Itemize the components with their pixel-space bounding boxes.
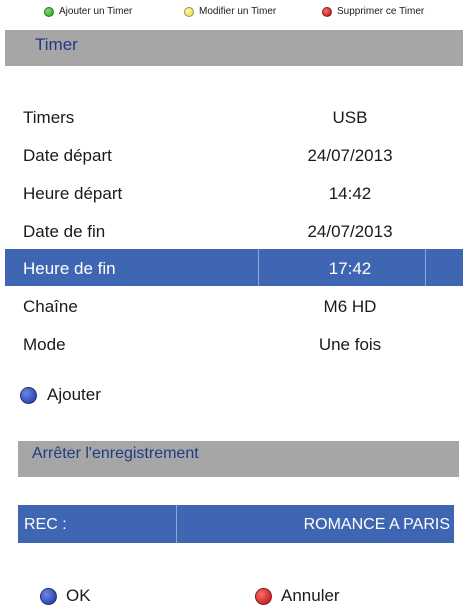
row-value[interactable]: Une fois xyxy=(260,335,440,355)
section-title: Arrêter l'enregistrement xyxy=(32,445,199,462)
row-value[interactable]: 14:42 xyxy=(260,184,440,204)
row-timers[interactable]: Timers USB xyxy=(5,98,463,136)
rec-program-name: ROMANCE A PARIS xyxy=(303,516,450,533)
green-dot-icon xyxy=(44,6,54,17)
row-label: Mode xyxy=(23,335,66,354)
red-dot-icon xyxy=(322,6,332,17)
row-label: Date départ xyxy=(23,146,112,165)
cancel-button-label: Annuler xyxy=(281,586,340,605)
legend-edit-timer: Modifier un Timer xyxy=(184,6,276,17)
cancel-button[interactable]: Annuler xyxy=(255,586,340,606)
red-dot-icon xyxy=(255,587,272,605)
ok-button[interactable]: OK xyxy=(40,586,91,606)
row-label: Chaîne xyxy=(23,297,78,316)
row-label: Timers xyxy=(23,108,75,127)
row-value[interactable]: 24/07/2013 xyxy=(260,222,440,242)
row-mode[interactable]: Mode Une fois xyxy=(5,325,463,363)
timer-settings-list: Timers USB Date départ 24/07/2013 Heure … xyxy=(5,98,463,363)
row-label: Heure de fin xyxy=(23,259,116,278)
stop-recording-section-bar: Arrêter l'enregistrement xyxy=(18,441,459,477)
legend-delete-label: Supprimer ce Timer xyxy=(337,6,425,17)
legend-add-timer: Ajouter un Timer xyxy=(44,6,132,17)
cell-divider xyxy=(258,249,259,286)
legend-add-label: Ajouter un Timer xyxy=(59,6,133,17)
add-button[interactable]: Ajouter xyxy=(20,385,101,405)
recording-row[interactable]: REC : ROMANCE A PARIS xyxy=(18,505,454,543)
row-heure-depart[interactable]: Heure départ 14:42 xyxy=(5,174,463,212)
row-label: Date de fin xyxy=(23,222,106,241)
row-heure-fin-selected[interactable]: Heure de fin 17:42 xyxy=(5,249,463,286)
row-chaine[interactable]: Chaîne M6 HD xyxy=(5,287,463,325)
page-title-bar: Timer xyxy=(5,30,463,66)
row-date-fin[interactable]: Date de fin 24/07/2013 xyxy=(5,212,463,250)
cell-divider xyxy=(176,505,177,543)
legend-edit-label: Modifier un Timer xyxy=(199,6,277,17)
color-key-legend: Ajouter un Timer Modifier un Timer Suppr… xyxy=(0,6,468,22)
add-button-label: Ajouter xyxy=(47,385,101,404)
row-value[interactable]: 17:42 xyxy=(260,259,440,279)
ok-button-label: OK xyxy=(66,586,91,605)
blue-dot-icon xyxy=(40,587,57,605)
row-value[interactable]: M6 HD xyxy=(260,297,440,317)
row-value[interactable]: 24/07/2013 xyxy=(260,146,440,166)
rec-label: REC : xyxy=(24,516,67,533)
page-title: Timer xyxy=(35,35,78,54)
blue-dot-icon xyxy=(20,386,37,404)
row-date-depart[interactable]: Date départ 24/07/2013 xyxy=(5,136,463,174)
yellow-dot-icon xyxy=(184,6,194,17)
row-label: Heure départ xyxy=(23,184,123,203)
row-value[interactable]: USB xyxy=(260,108,440,128)
legend-delete-timer: Supprimer ce Timer xyxy=(322,6,424,17)
